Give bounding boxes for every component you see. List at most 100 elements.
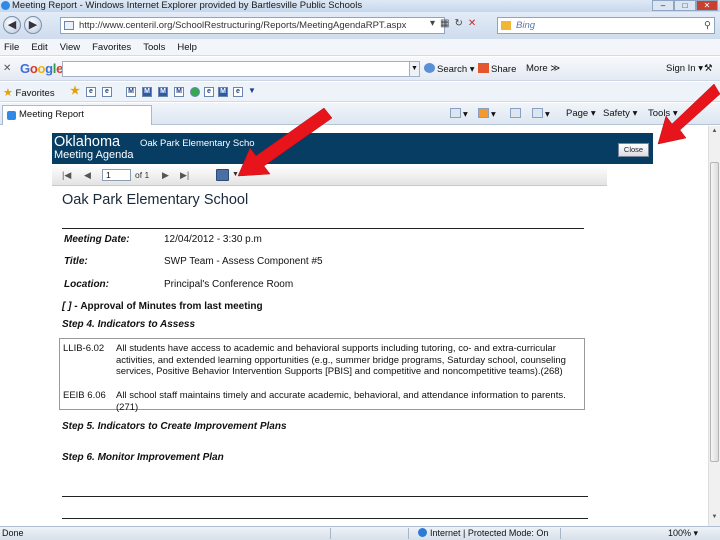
google-search-label: Search ▾ [437, 64, 475, 75]
close-window-button[interactable]: ✕ [696, 0, 718, 11]
divider [62, 228, 584, 229]
next-page-icon[interactable]: ▶ [162, 170, 169, 181]
stop-icon[interactable]: ✕ [468, 18, 476, 29]
share-button[interactable]: Share [478, 63, 516, 75]
approval-prefix: [ ] - [62, 301, 78, 312]
forward-button[interactable]: ▶ [24, 16, 42, 34]
bing-search-box[interactable]: Bing ⚲ [497, 17, 715, 34]
compatibility-icon[interactable]: ▦ [440, 18, 449, 29]
annotation-arrow [237, 107, 332, 177]
bing-placeholder: Bing [516, 20, 536, 31]
favorites-button[interactable]: ★ Favorites [3, 86, 55, 99]
status-divider [560, 528, 561, 539]
safety-menu-button[interactable]: Safety ▾ [603, 108, 637, 119]
feeds-icon [478, 108, 489, 118]
divider [62, 496, 588, 497]
share-label: Share [491, 64, 517, 75]
google-toolbar: ✕ Google ▼ Search ▾ Share More ≫ Sign In… [0, 57, 720, 81]
menu-edit[interactable]: Edit [25, 39, 53, 55]
annotation-arrow [657, 84, 720, 145]
export-icon[interactable] [216, 169, 229, 181]
forward-arrow-icon: ▶ [28, 19, 38, 31]
indicator-table: LLIB-6.02 All students have access to ac… [59, 338, 585, 413]
google-search-dropdown[interactable]: ▼ [409, 61, 420, 77]
address-bar[interactable]: http://www.centeril.org/SchoolRestructur… [60, 17, 445, 34]
title-value: SWP Team - Assess Component #5 [164, 256, 323, 267]
more-favorites-icon[interactable]: ▼ [247, 87, 257, 97]
refresh-icon[interactable]: ↻ [454, 18, 462, 29]
status-text: Done [2, 528, 24, 538]
google-search-input[interactable] [62, 61, 410, 77]
tab-page-icon [7, 111, 16, 120]
menu-tools[interactable]: Tools [137, 39, 171, 55]
scroll-down-icon[interactable]: ▼ [710, 514, 719, 524]
print-button[interactable]: ▾ [532, 108, 550, 120]
favorite-link-icon[interactable]: M [126, 87, 136, 97]
feeds-button[interactable]: ▾ [478, 108, 496, 120]
ie-icon [1, 1, 10, 10]
menu-favorites[interactable]: Favorites [86, 39, 137, 55]
scrollbar-thumb[interactable] [710, 162, 719, 462]
first-page-icon[interactable]: |◀ [62, 170, 71, 181]
approval-item: [ ] - Approval of Minutes from last meet… [62, 301, 263, 312]
share-icon [478, 63, 489, 73]
favorite-link-icon[interactable]: M [174, 87, 184, 97]
menu-view[interactable]: View [54, 39, 86, 55]
status-divider [330, 528, 331, 539]
window-title-bar: Meeting Report - Windows Internet Explor… [0, 0, 720, 12]
report-header: Oklahoma Oak Park Elementary Scho Meetin… [52, 133, 653, 164]
bing-icon [501, 21, 511, 30]
favorites-label: Favorites [15, 88, 55, 99]
indicator-text: All school staff maintains timely and ac… [116, 390, 566, 413]
page-number-input[interactable]: 1 [102, 169, 131, 181]
location-value: Principal's Conference Room [164, 279, 294, 290]
security-zone[interactable]: Internet | Protected Mode: On [418, 527, 548, 540]
address-dropdown-icon[interactable]: ▾ [430, 18, 435, 29]
maximize-button[interactable]: □ [674, 0, 696, 11]
page-number-value: 1 [106, 170, 111, 180]
step-5-heading: Step 5. Indicators to Create Improvement… [62, 421, 287, 432]
favorite-link-icon[interactable]: e [233, 87, 243, 97]
home-button[interactable]: ▾ [450, 108, 468, 120]
close-toolbar-icon[interactable]: ✕ [3, 63, 11, 74]
back-button[interactable]: ◀ [3, 16, 21, 34]
address-tools: ▾ ▦ ↻ ✕ [430, 18, 476, 29]
menu-help[interactable]: Help [171, 39, 203, 55]
page-menu-button[interactable]: Page ▾ [566, 108, 596, 119]
location-label: Location: [64, 279, 109, 290]
globe-favorite-icon[interactable] [190, 87, 200, 97]
title-label: Title: [64, 256, 88, 267]
more-button[interactable]: More ≫ [526, 63, 560, 74]
address-row: ◀ ▶ http://www.centeril.org/SchoolRestru… [0, 12, 720, 39]
vertical-scrollbar[interactable]: ▲ ▼ [708, 126, 720, 526]
minimize-button[interactable]: – [652, 0, 674, 11]
sign-in-button[interactable]: Sign In ▾ [666, 63, 703, 74]
favorite-link-icon[interactable]: e [204, 87, 214, 97]
menu-file[interactable]: File [0, 39, 25, 55]
favorite-link-icon[interactable]: M [218, 87, 228, 97]
search-icon[interactable]: ⚲ [704, 18, 711, 33]
divider [62, 518, 588, 519]
zoom-level[interactable]: 100% ▾ [668, 527, 698, 540]
last-page-icon[interactable]: ▶| [180, 170, 189, 181]
add-favorite-icon[interactable]: ★ [70, 86, 80, 97]
favorite-link-icon[interactable]: e [86, 87, 96, 97]
school-title: Oak Park Elementary School [62, 192, 249, 208]
security-zone-label: Internet | Protected Mode: On [430, 528, 549, 538]
page-favicon-icon [64, 21, 74, 30]
meeting-date-value: 12/04/2012 - 3:30 p.m [164, 234, 262, 245]
tab-meeting-report[interactable]: Meeting Report [2, 105, 152, 125]
favorite-link-icon[interactable]: M [142, 87, 152, 97]
tab-title: Meeting Report [19, 109, 84, 120]
meeting-agenda-subtitle: Meeting Agenda [54, 149, 134, 161]
window-title: Meeting Report - Windows Internet Explor… [12, 0, 363, 11]
read-mail-button[interactable] [510, 108, 523, 120]
close-report-button[interactable]: Close [618, 143, 649, 157]
status-bar: Done Internet | Protected Mode: On 100% … [0, 526, 720, 540]
wrench-icon[interactable]: ⚒ [704, 63, 713, 74]
favorite-link-icon[interactable]: e [102, 87, 112, 97]
page-viewport: Oklahoma Oak Park Elementary Scho Meetin… [0, 126, 708, 526]
google-search-button[interactable]: Search ▾ [424, 63, 475, 75]
approval-text: Approval of Minutes from last meeting [80, 301, 263, 312]
previous-page-icon[interactable]: ◀ [84, 170, 91, 181]
